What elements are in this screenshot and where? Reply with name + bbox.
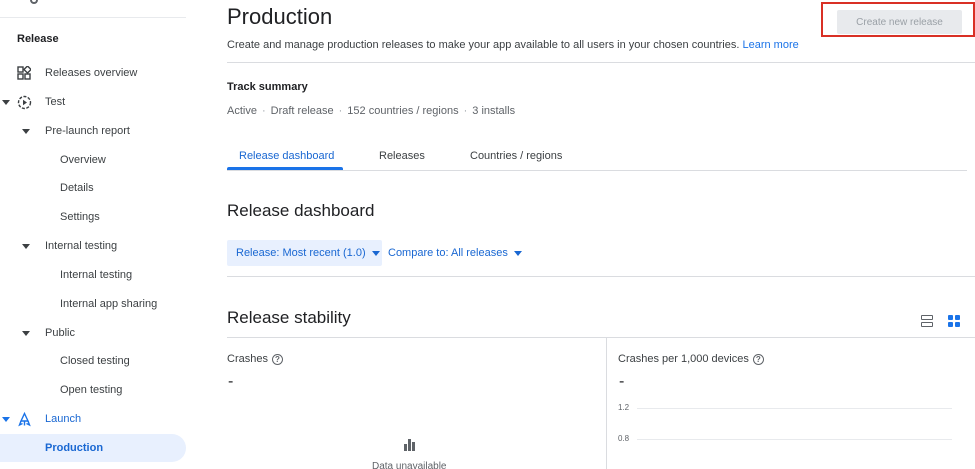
- chevron-down-icon: [22, 129, 30, 134]
- sidebar-item-launch[interactable]: Launch: [0, 405, 186, 433]
- partial-icon: [30, 0, 38, 4]
- tab-release-dashboard[interactable]: Release dashboard: [239, 150, 334, 162]
- chevron-down-icon: [2, 417, 10, 422]
- sidebar-item-label: Pre-launch report: [45, 125, 130, 137]
- track-status: Active: [227, 105, 257, 117]
- stability-title: Release stability: [227, 308, 351, 327]
- page-description: Create and manage production releases to…: [227, 39, 799, 51]
- separator: ·: [261, 105, 266, 117]
- crashes-per-label: Crashes per 1,000 devices: [618, 353, 749, 365]
- track-summary-title: Track summary: [227, 81, 308, 93]
- separator: ·: [338, 105, 343, 117]
- track-countries: 152 countries / regions: [347, 105, 459, 117]
- sidebar-item-label: Details: [60, 182, 94, 194]
- sidebar-item-public[interactable]: Public: [0, 319, 186, 347]
- grid-line: [637, 408, 952, 409]
- chevron-down-icon: [2, 100, 10, 105]
- sidebar-item-test[interactable]: Test: [0, 88, 186, 116]
- create-new-release-button[interactable]: Create new release: [837, 10, 962, 34]
- sidebar-item-production[interactable]: Production: [0, 434, 186, 462]
- sidebar-item-label: Internal app sharing: [60, 298, 158, 310]
- sidebar-item-label: Releases overview: [45, 67, 138, 79]
- sidebar-section-title: Release: [17, 33, 59, 45]
- sidebar-item-label: Public: [45, 327, 75, 339]
- tab-countries-regions[interactable]: Countries / regions: [470, 150, 562, 162]
- sidebar-item-internal-app-sharing[interactable]: Internal app sharing: [0, 290, 186, 318]
- crashes-card-title: Crashes ?: [227, 353, 283, 365]
- sidebar: Release Releases overview Test Pre-launc…: [0, 0, 190, 469]
- sidebar-item-label: Overview: [60, 154, 106, 166]
- sidebar-item-label: Settings: [60, 211, 100, 223]
- sidebar-item-settings[interactable]: Settings: [0, 203, 186, 231]
- filters-divider: [227, 276, 975, 277]
- sidebar-item-internal-testing-group[interactable]: Internal testing: [0, 232, 186, 260]
- grid-view-icon[interactable]: [947, 314, 961, 328]
- sidebar-item-label: Production: [45, 442, 104, 454]
- sidebar-item-label: Internal testing: [60, 269, 133, 281]
- sidebar-item-closed-testing[interactable]: Closed testing: [0, 347, 186, 375]
- chevron-down-icon: [513, 250, 522, 256]
- sidebar-item-label: Open testing: [60, 384, 123, 396]
- data-unavailable-text: Data unavailable: [372, 461, 447, 469]
- tabs-divider: [227, 170, 967, 171]
- release-filter-label: Release: Most recent (1.0): [236, 247, 366, 259]
- grid-line: [637, 439, 952, 440]
- y-tick-label: 1.2: [618, 403, 630, 412]
- chevron-down-icon: [22, 244, 30, 249]
- test-play-icon: [17, 95, 32, 110]
- help-icon[interactable]: ?: [271, 353, 283, 365]
- sidebar-item-label: Launch: [45, 413, 82, 425]
- tab-releases[interactable]: Releases: [379, 150, 425, 162]
- crashes-value: -: [228, 373, 234, 390]
- y-tick-label: 0.8: [618, 434, 630, 443]
- crashes-label: Crashes: [227, 353, 268, 365]
- card-divider: [606, 338, 607, 469]
- separator: ·: [463, 105, 468, 117]
- highlight-box: Create new release: [821, 2, 975, 37]
- sidebar-item-label: Test: [45, 96, 66, 108]
- learn-more-link[interactable]: Learn more: [742, 39, 798, 51]
- help-icon[interactable]: ?: [752, 353, 764, 365]
- list-view-icon[interactable]: [920, 314, 934, 328]
- sidebar-divider: [0, 17, 186, 18]
- bar-chart-icon: [404, 439, 418, 451]
- chevron-down-icon: [22, 331, 30, 336]
- crashes-per-device-card-title: Crashes per 1,000 devices ?: [618, 353, 764, 365]
- crashes-per-value: -: [619, 373, 625, 390]
- header-divider: [227, 62, 975, 63]
- track-summary: Active · Draft release · 152 countries /…: [227, 105, 515, 117]
- page-title: Production: [227, 4, 333, 29]
- sidebar-item-pre-launch-report[interactable]: Pre-launch report: [0, 117, 186, 145]
- sidebar-item-details[interactable]: Details: [0, 174, 186, 202]
- track-installs: 3 installs: [472, 105, 516, 117]
- sidebar-item-releases-overview[interactable]: Releases overview: [0, 59, 186, 87]
- release-filter-dropdown[interactable]: Release: Most recent (1.0): [227, 240, 382, 266]
- dashboard-icon: [17, 66, 31, 80]
- launch-icon: [18, 412, 31, 427]
- description-text: Create and manage production releases to…: [227, 39, 740, 51]
- compare-filter-dropdown[interactable]: Compare to: All releases: [388, 240, 522, 266]
- sidebar-item-label: Closed testing: [60, 355, 130, 367]
- sidebar-item-open-testing[interactable]: Open testing: [0, 376, 186, 404]
- sidebar-item-internal-testing[interactable]: Internal testing: [0, 261, 186, 289]
- sidebar-item-label: Internal testing: [45, 240, 118, 252]
- track-release: Draft release: [270, 105, 334, 117]
- chevron-down-icon: [371, 250, 380, 256]
- sidebar-item-overview[interactable]: Overview: [0, 146, 186, 174]
- compare-filter-label: Compare to: All releases: [388, 247, 508, 259]
- stability-divider: [227, 337, 975, 338]
- dashboard-title: Release dashboard: [227, 201, 375, 220]
